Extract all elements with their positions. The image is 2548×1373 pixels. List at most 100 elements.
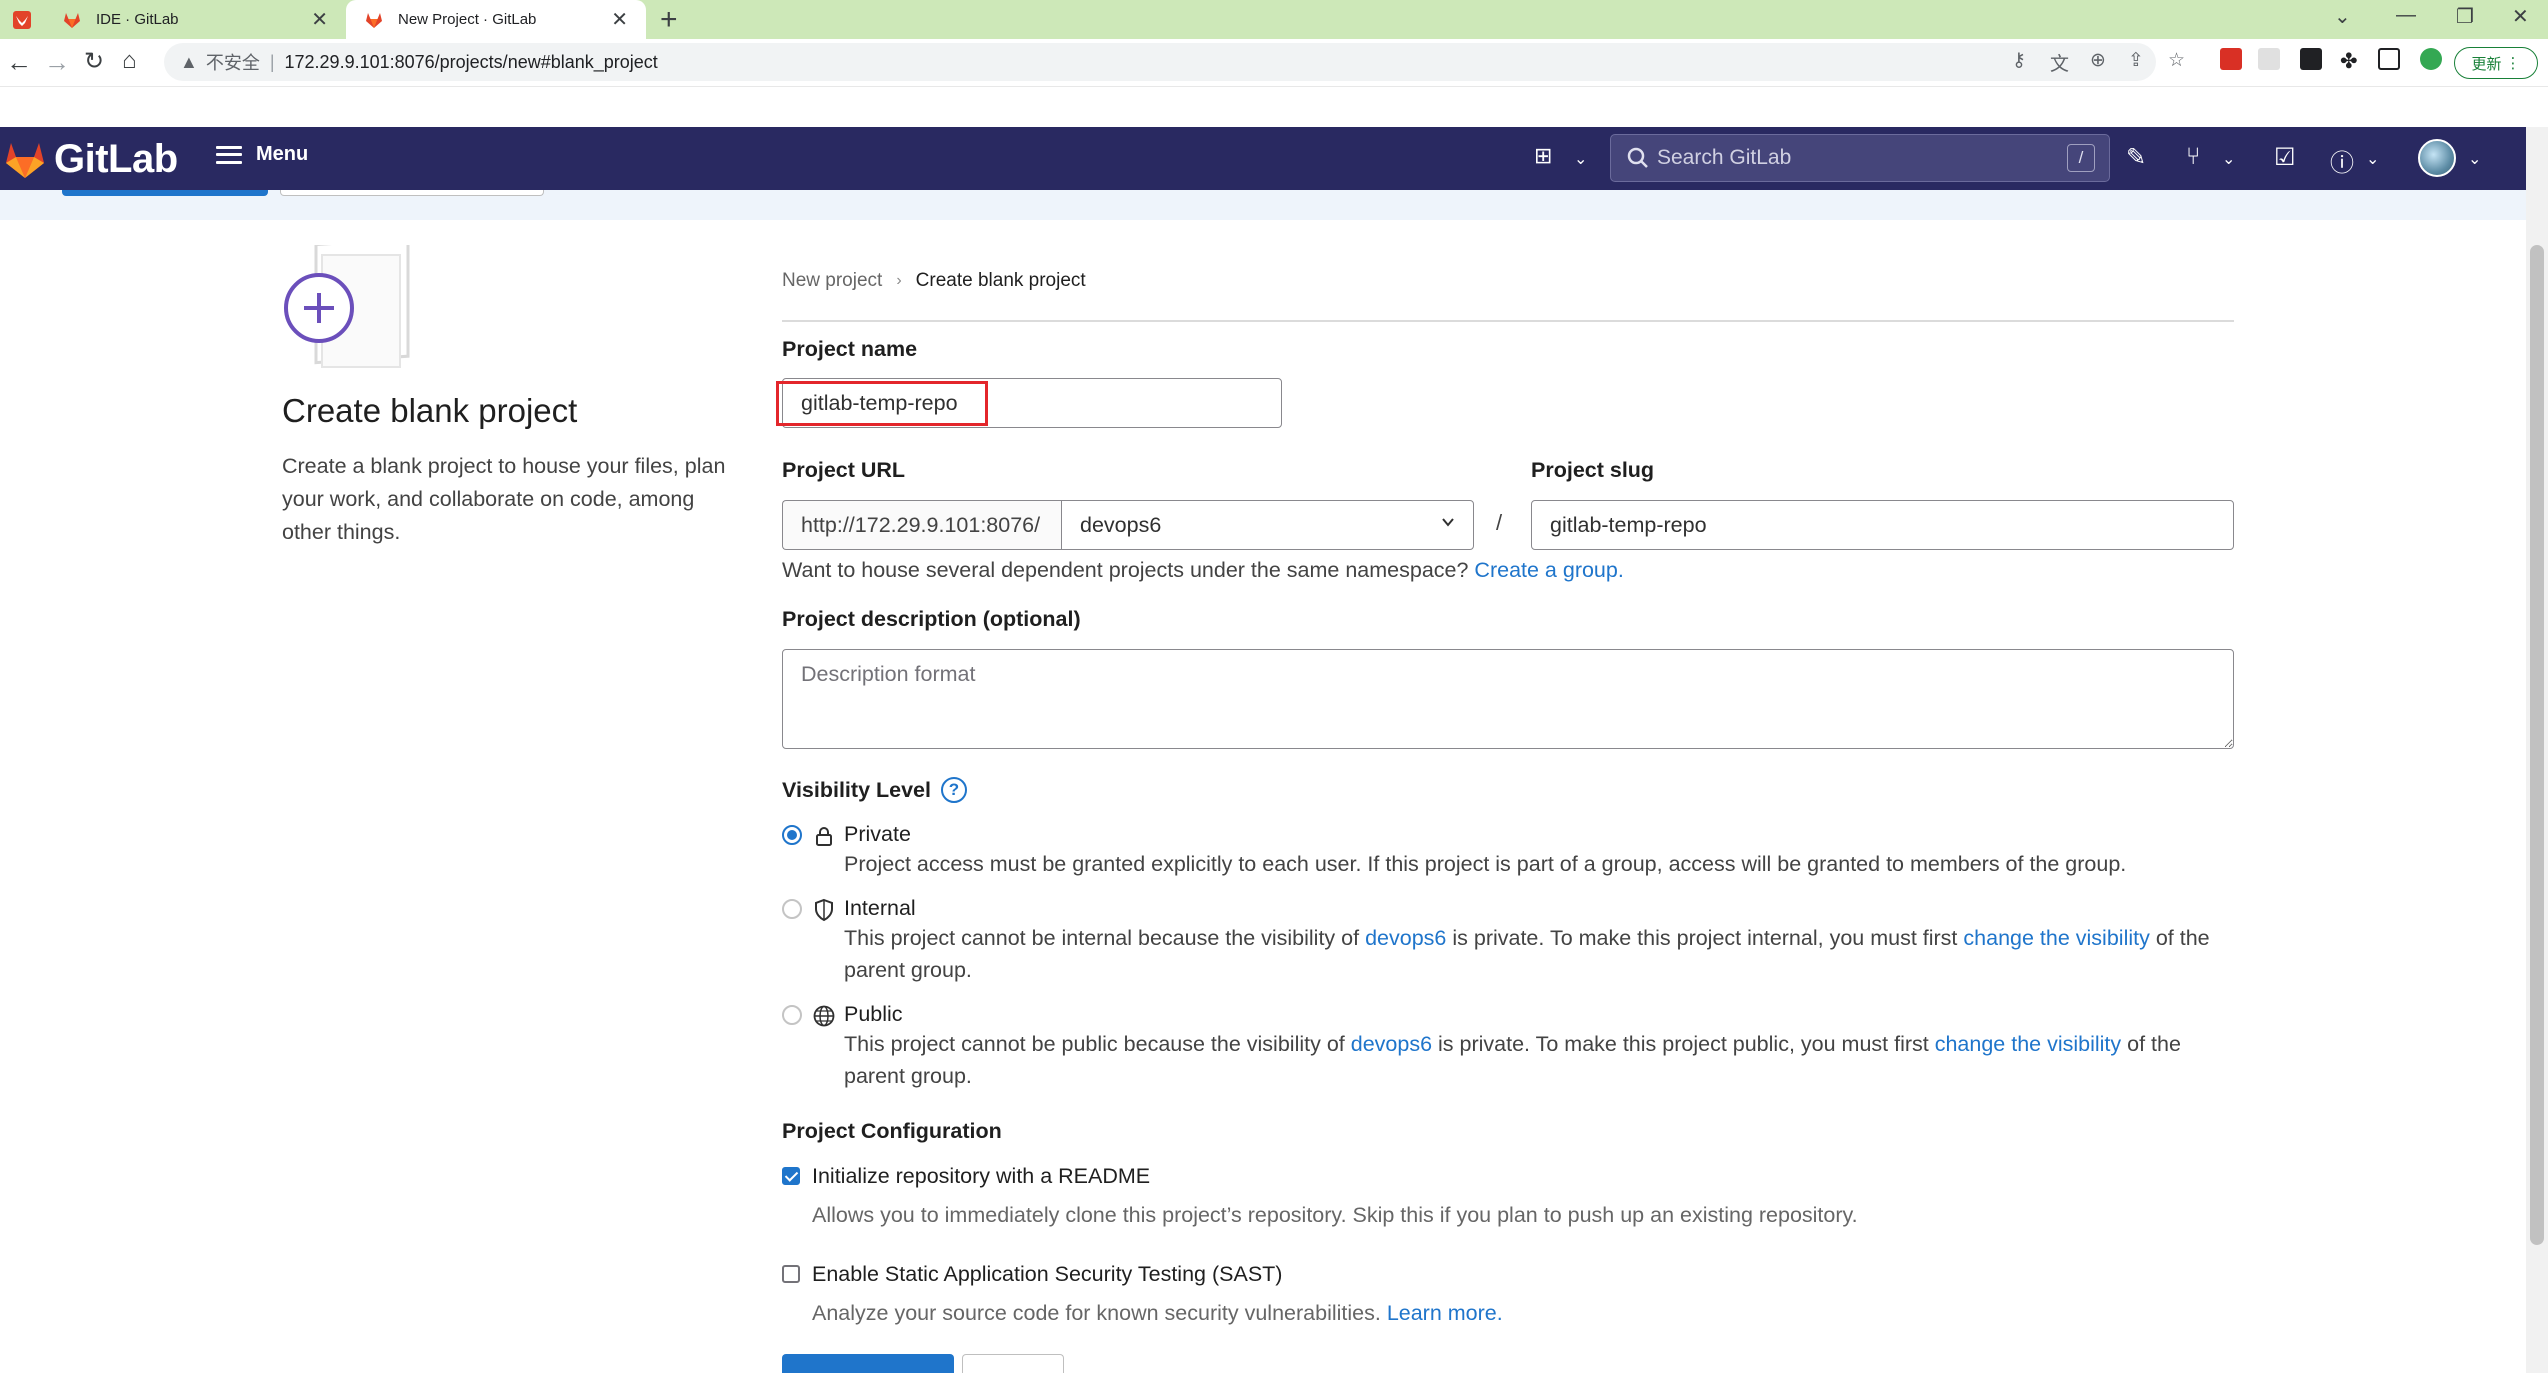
url-text: 172.29.9.101:8076/projects/new#blank_pro… — [284, 51, 658, 72]
option-title: Internal — [844, 896, 916, 920]
option-title: Public — [844, 1002, 903, 1026]
new-tab-icon[interactable]: + — [660, 3, 678, 37]
group-devops6-link[interactable]: devops6 — [1351, 1032, 1432, 1056]
change-visibility-link[interactable]: change the visibility — [1935, 1032, 2121, 1056]
internal-radio[interactable] — [782, 899, 802, 919]
home-icon[interactable]: ⌂ — [122, 47, 137, 75]
browser-toolbar: ← → ↻ ⌂ ▲ 不安全 | 172.29.9.101:8076/projec… — [0, 39, 2548, 87]
key-icon[interactable]: ⚷ — [2012, 49, 2026, 72]
search-shortcut-key: / — [2067, 144, 2095, 172]
gitlab-logo[interactable]: GitLab — [4, 137, 178, 182]
page-title: Create blank project — [282, 392, 578, 429]
visibility-option-private[interactable]: Private Project access must be granted e… — [782, 822, 2242, 882]
gitlab-top-bar: GitLab Menu ⊞ ⌄ / ✎ ⑂ ⌄ ☑ ⓘ ⌄ ⌄ — [0, 127, 2526, 190]
todo-icon[interactable]: ☑ — [2274, 143, 2296, 172]
gitlab-favicon-icon — [64, 12, 80, 28]
puzzle-icon[interactable]: ✤ — [2340, 49, 2358, 74]
chevron-down-icon[interactable]: ⌄ — [2334, 4, 2351, 29]
update-label: 更新 — [2471, 55, 2502, 73]
tab-title: New Project · GitLab — [398, 11, 537, 28]
visibility-option-public: Public This project cannot be public bec… — [782, 1002, 2242, 1092]
readme-checkbox[interactable] — [782, 1167, 800, 1185]
namespace-select[interactable]: devops6 — [1061, 500, 1474, 550]
divider: | — [269, 51, 275, 72]
browser-tab-ide[interactable]: IDE · GitLab ✕ — [44, 0, 346, 39]
restore-icon[interactable]: ❐ — [2456, 4, 2474, 29]
namespace-help-text: Want to house several dependent projects… — [782, 558, 1624, 583]
project-slug-input[interactable] — [1531, 500, 2234, 550]
update-button[interactable]: 更新 ⋮ — [2454, 47, 2538, 79]
private-radio[interactable] — [782, 825, 802, 845]
divider — [782, 320, 2234, 322]
project-name-label: Project name — [782, 337, 918, 361]
extension-icon[interactable] — [2300, 48, 2322, 70]
option-description: This project cannot be internal because … — [844, 922, 2224, 986]
sast-checkbox-label[interactable]: Enable Static Application Security Testi… — [812, 1262, 1282, 1287]
tanuki-icon — [6, 142, 44, 178]
create-group-link[interactable]: Create a group. — [1474, 558, 1623, 582]
page-scrollbar[interactable] — [2526, 127, 2548, 1373]
help-icon[interactable]: ? — [940, 777, 967, 803]
globe-icon — [813, 1005, 835, 1027]
page-description: Create a blank project to house your fil… — [282, 454, 726, 544]
star-icon[interactable]: ☆ — [2168, 49, 2185, 72]
project-name-input[interactable] — [782, 378, 1282, 428]
share-icon[interactable]: ⇪ — [2128, 49, 2144, 72]
public-radio[interactable] — [782, 1005, 802, 1025]
issues-icon[interactable]: ✎ — [2126, 143, 2146, 172]
scrolled-button[interactable] — [62, 190, 268, 196]
project-url-label: Project URL — [782, 458, 906, 482]
readme-help-text: Allows you to immediately clone this pro… — [812, 1203, 1858, 1227]
translate-icon[interactable]: 文 — [2050, 49, 2069, 76]
visibility-option-internal: Internal This project cannot be internal… — [782, 896, 2242, 986]
close-icon[interactable]: ✕ — [311, 7, 328, 32]
minimize-icon[interactable]: — — [2396, 4, 2416, 27]
chevron-down-icon[interactable]: ⌄ — [1574, 149, 1587, 169]
avatar[interactable] — [2418, 139, 2456, 177]
change-visibility-link[interactable]: change the visibility — [1963, 926, 2149, 950]
scrollbar-thumb[interactable] — [2530, 245, 2544, 1245]
sidepanel-icon[interactable] — [2378, 48, 2400, 70]
profile-icon[interactable] — [2420, 48, 2442, 70]
address-bar[interactable]: ▲ 不安全 | 172.29.9.101:8076/projects/new#b… — [164, 43, 2156, 81]
scrolled-button[interactable] — [280, 190, 544, 196]
chevron-right-icon: › — [896, 272, 902, 289]
description-textarea[interactable] — [782, 649, 2234, 749]
breadcrumb-current: Create blank project — [915, 270, 1086, 291]
zoom-icon[interactable]: ⊕ — [2090, 49, 2106, 72]
option-description: Project access must be granted explicitl… — [844, 852, 2127, 876]
search-box[interactable]: / — [1610, 134, 2110, 182]
sast-checkbox[interactable] — [782, 1265, 800, 1283]
browser-tab-new-project[interactable]: New Project · GitLab ✕ — [346, 0, 646, 39]
security-label: 不安全 — [205, 53, 260, 73]
extension-icon[interactable] — [2258, 48, 2280, 70]
group-devops6-link[interactable]: devops6 — [1365, 926, 1446, 950]
scrolled-tabs-strip — [0, 190, 2526, 220]
merge-request-icon[interactable]: ⑂ — [2186, 143, 2200, 171]
extension-icon[interactable] — [2220, 48, 2242, 70]
chevron-down-icon[interactable]: ⌄ — [2366, 149, 2379, 169]
forward-icon[interactable]: → — [44, 47, 70, 78]
menu-button[interactable]: Menu — [216, 143, 308, 166]
option-desc-text: is private. To make this project public,… — [1438, 1032, 1929, 1056]
cancel-button[interactable] — [962, 1354, 1064, 1373]
reload-icon[interactable]: ↻ — [84, 47, 104, 76]
brand-name: GitLab — [54, 137, 178, 181]
learn-more-link[interactable]: Learn more. — [1387, 1301, 1503, 1325]
new-item-icon[interactable]: ⊞ — [1534, 143, 1552, 169]
project-url-prefix: http://172.29.9.101:8076/ — [782, 500, 1062, 550]
breadcrumb-new-project[interactable]: New project — [782, 270, 882, 292]
pinned-tab[interactable] — [0, 0, 44, 39]
readme-checkbox-label[interactable]: Initialize repository with a README — [812, 1164, 1150, 1189]
close-window-icon[interactable]: ✕ — [2512, 4, 2529, 29]
option-title: Private — [844, 822, 911, 846]
chevron-down-icon[interactable]: ⌄ — [2468, 149, 2481, 169]
project-slug-label: Project slug — [1531, 458, 1655, 482]
chevron-down-icon[interactable]: ⌄ — [2222, 149, 2235, 169]
search-input[interactable] — [1657, 146, 2057, 170]
create-project-button[interactable] — [782, 1354, 954, 1373]
close-icon[interactable]: ✕ — [611, 7, 628, 32]
description-label: Project description (optional) — [782, 607, 1081, 631]
back-icon[interactable]: ← — [6, 47, 32, 78]
help-icon[interactable]: ⓘ — [2330, 143, 2354, 178]
